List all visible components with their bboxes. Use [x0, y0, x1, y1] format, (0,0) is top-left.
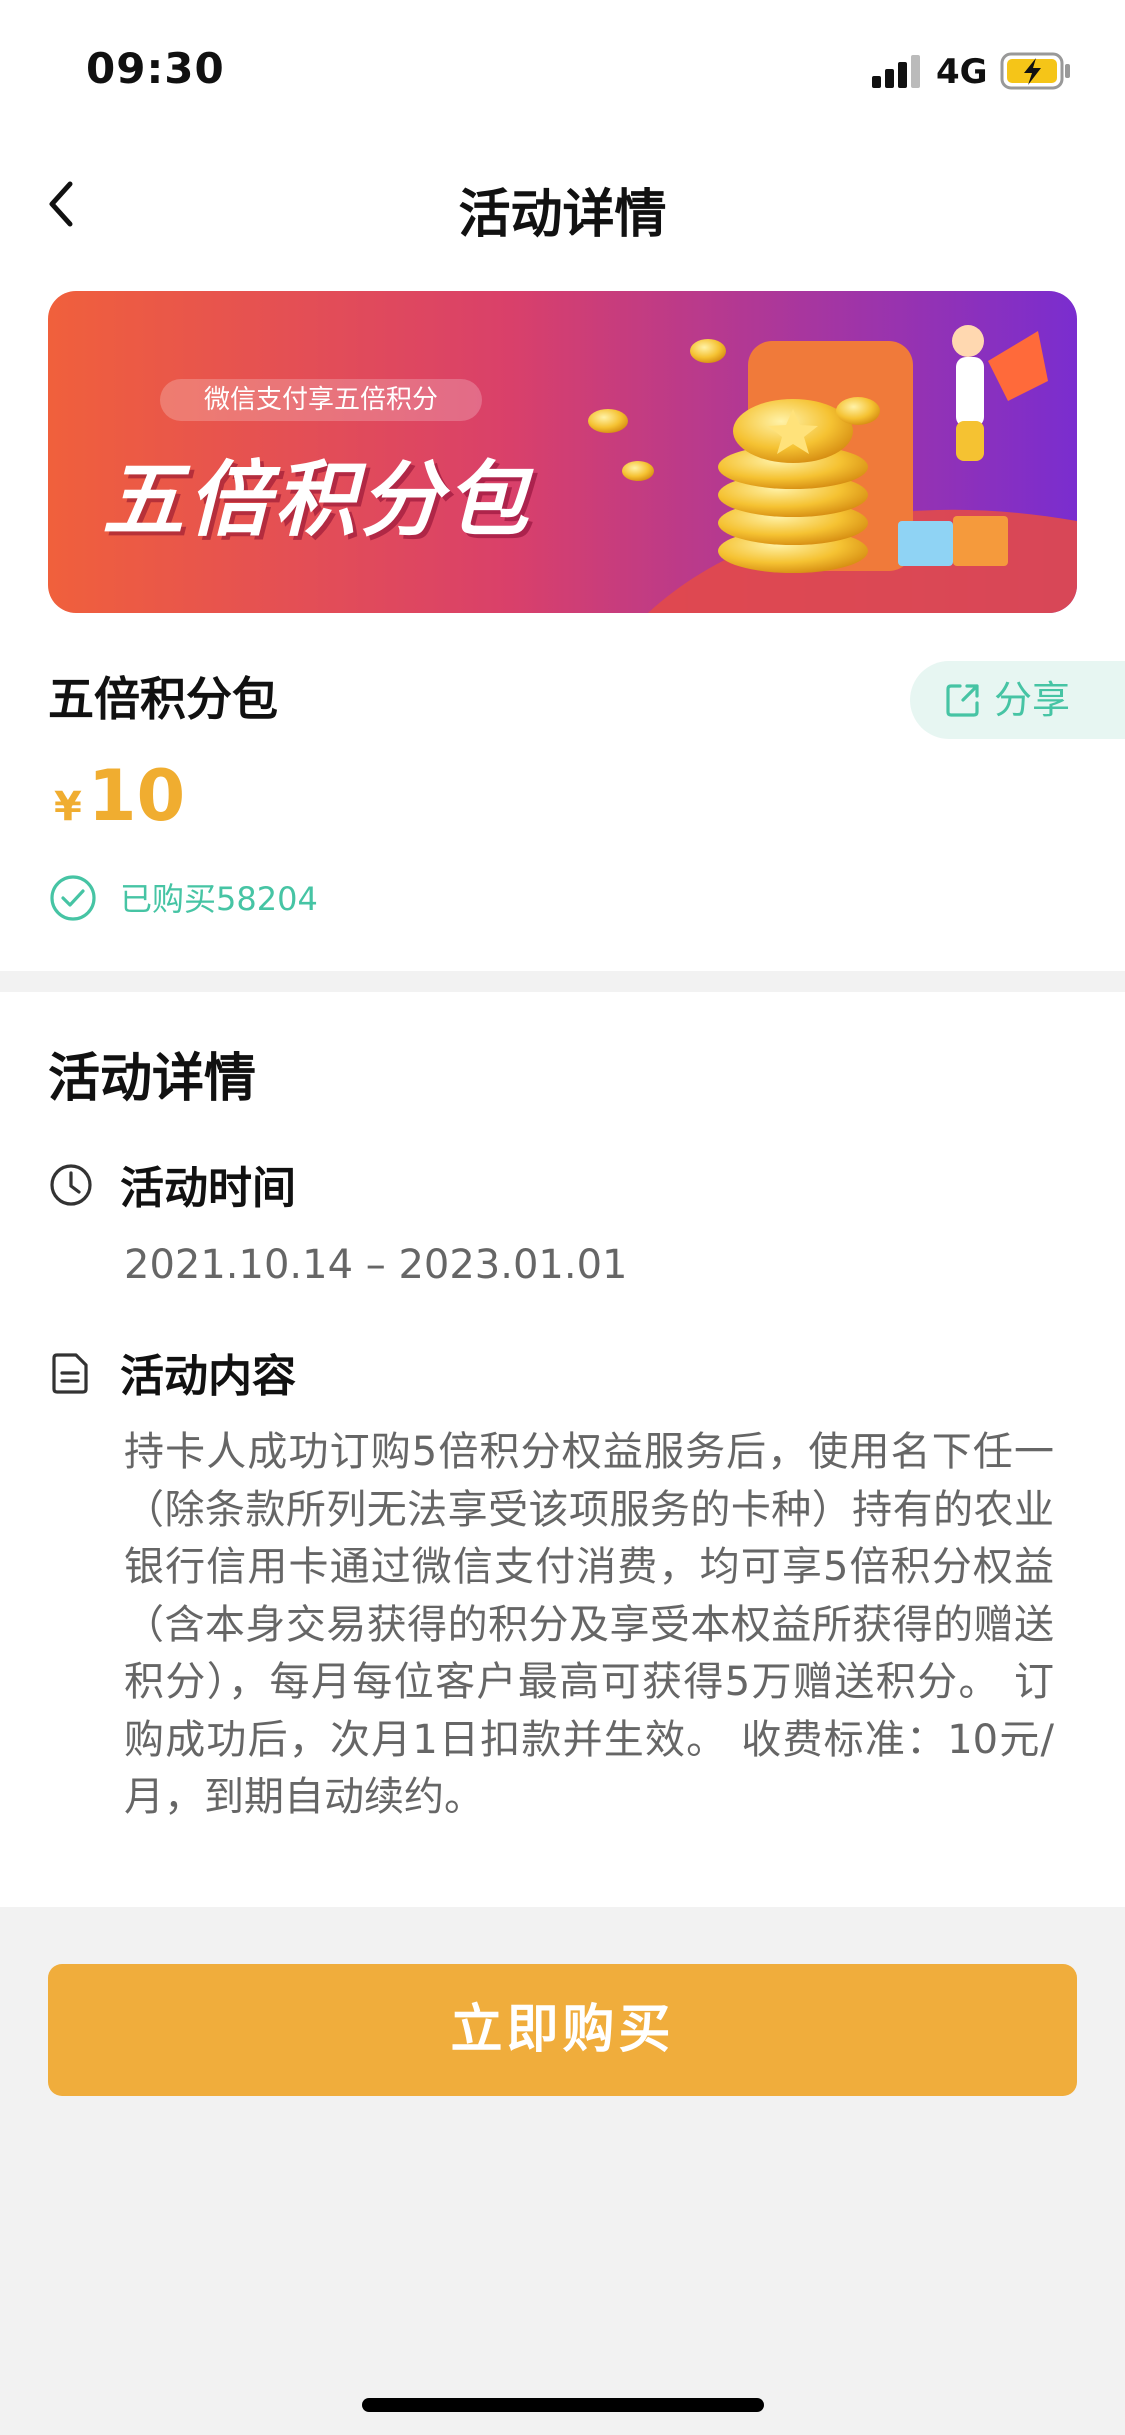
page-title: 活动详情 [458, 185, 667, 245]
battery-charging-icon [1000, 52, 1070, 90]
share-label: 分享 [994, 678, 1071, 722]
activity-content-label: 活动内容 [120, 1351, 296, 1402]
activity-content-text: 持卡人成功订购5倍积分权益服务后，使用名下任一（除条款所列无法享受该项服务的卡种… [124, 1429, 1054, 1820]
banner-title: 五倍积分包 [102, 453, 532, 548]
activity-details: 活动详情 活动时间 2021.10.14 – 2023.01.01 活动内容 持… [0, 992, 1125, 1907]
document-icon [52, 1353, 88, 1394]
product-card: 微信支付享五倍积分 五倍积分包 五倍积分包 分享 ¥10 已购买58204 [0, 285, 1125, 971]
signal-icon [872, 55, 920, 88]
activity-date-range: 2021.10.14 – 2023.01.01 [124, 1242, 628, 1288]
status-bar: 09:30 4G [0, 0, 1125, 140]
share-button[interactable]: 分享 [910, 661, 1125, 739]
currency-symbol: ¥ [54, 784, 82, 830]
purchase-count-text: 已购买58204 [120, 880, 318, 918]
price: ¥10 [54, 755, 185, 837]
check-circle-icon [50, 875, 96, 921]
status-time: 09:30 [86, 44, 225, 93]
promo-banner[interactable]: 微信支付享五倍积分 五倍积分包 [48, 291, 1077, 613]
banner-tag: 微信支付享五倍积分 [160, 379, 482, 421]
nav-bar: 活动详情 [0, 140, 1125, 285]
details-title: 活动详情 [48, 1049, 257, 1109]
product-name: 五倍积分包 [48, 672, 278, 726]
share-icon [946, 684, 979, 717]
activity-time-label: 活动时间 [120, 1163, 296, 1214]
clock-icon [50, 1164, 92, 1206]
price-value: 10 [87, 755, 186, 837]
network-type: 4G [936, 52, 988, 92]
home-indicator[interactable] [362, 2398, 764, 2412]
buy-now-button[interactable]: 立即购买 [48, 1964, 1077, 2096]
